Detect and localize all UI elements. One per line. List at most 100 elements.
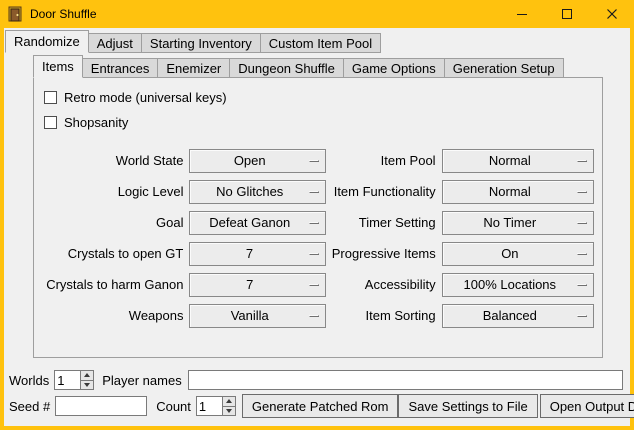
accessibility-value: 100% Locations [443,277,577,292]
goal-label: Goal [42,215,183,230]
seed-input[interactable] [55,396,147,416]
progressive-items-value: On [443,246,577,261]
item-pool-value: Normal [443,153,577,168]
worlds-spinbox [54,370,94,390]
dropdown-indicator-icon [309,191,319,193]
tab-entrances[interactable]: Entrances [82,58,159,78]
field-row: Logic Level No Glitches Item Functionali… [42,176,594,207]
accessibility-label: Accessibility [332,277,436,292]
dropdown-indicator-icon [309,253,319,255]
logic-level-value: No Glitches [190,184,309,199]
count-label: Count [156,399,191,414]
count-spinbox [196,396,236,416]
tab-starting-inventory[interactable]: Starting Inventory [141,33,261,53]
tab-items[interactable]: Items [33,55,83,78]
shopsanity-checkbox[interactable] [44,116,57,129]
world-state-label: World State [42,153,183,168]
dropdown-indicator-icon [309,284,319,286]
weapons-label: Weapons [42,308,183,323]
worlds-label: Worlds [9,373,49,388]
item-pool-label: Item Pool [332,153,436,168]
player-names-label: Player names [102,373,181,388]
dropdown-indicator-icon [309,222,319,224]
world-state-dropdown[interactable]: Open [189,149,326,173]
app-window: Door Shuffle Randomize Adjust Starting I… [0,0,634,430]
shopsanity-row: Shopsanity [42,111,594,133]
tab-adjust[interactable]: Adjust [88,33,142,53]
multiworld-row: Worlds Player names [9,370,623,390]
item-functionality-value: Normal [443,184,577,199]
retro-mode-row: Retro mode (universal keys) [42,86,594,108]
crystals-harm-ganon-value: 7 [190,277,309,292]
progressive-items-label: Progressive Items [332,246,436,261]
item-pool-dropdown[interactable]: Normal [442,149,594,173]
dropdown-indicator-icon [577,284,587,286]
count-spin-buttons [222,396,236,416]
seed-label: Seed # [9,399,50,414]
open-output-directory-button[interactable]: Open Output Directory [540,394,634,418]
generate-patched-rom-button[interactable]: Generate Patched Rom [242,394,399,418]
crystals-open-gt-dropdown[interactable]: 7 [189,242,325,266]
tab-enemizer[interactable]: Enemizer [157,58,230,78]
tab-generation-setup[interactable]: Generation Setup [444,58,564,78]
dropdown-indicator-icon [309,315,319,317]
generate-row: Seed # Count Generate Patched Rom Save S… [9,394,623,418]
shopsanity-label: Shopsanity [64,115,128,130]
tab-dungeon-shuffle[interactable]: Dungeon Shuffle [229,58,344,78]
tab-game-options[interactable]: Game Options [343,58,445,78]
count-input[interactable] [196,396,222,416]
logic-level-dropdown[interactable]: No Glitches [189,180,326,204]
dropdown-indicator-icon [577,191,587,193]
timer-setting-value: No Timer [443,215,577,230]
timer-setting-label: Timer Setting [332,215,436,230]
spin-down-icon[interactable] [80,381,94,391]
caption-buttons [499,0,634,28]
minimize-button[interactable] [499,0,544,28]
crystals-harm-ganon-label: Crystals to harm Ganon [42,277,183,292]
crystals-open-gt-value: 7 [190,246,308,261]
retro-mode-label: Retro mode (universal keys) [64,90,227,105]
progressive-items-dropdown[interactable]: On [442,242,594,266]
settings-tab-bar: Items Entrances Enemizer Dungeon Shuffle… [33,55,563,78]
tab-custom-item-pool[interactable]: Custom Item Pool [260,33,381,53]
logic-level-label: Logic Level [42,184,183,199]
worlds-input[interactable] [54,370,80,390]
titlebar: Door Shuffle [0,0,634,28]
goal-value: Defeat Ganon [190,215,309,230]
weapons-dropdown[interactable]: Vanilla [189,304,326,328]
window-title: Door Shuffle [30,7,97,21]
weapons-value: Vanilla [190,308,309,323]
item-sorting-dropdown[interactable]: Balanced [442,304,594,328]
dropdown-indicator-icon [577,253,587,255]
goal-dropdown[interactable]: Defeat Ganon [189,211,326,235]
field-row: Crystals to harm Ganon 7 Accessibility 1… [42,269,594,300]
maximize-button[interactable] [544,0,589,28]
crystals-harm-ganon-dropdown[interactable]: 7 [189,273,326,297]
item-sorting-value: Balanced [443,308,577,323]
dropdown-indicator-icon [577,160,587,162]
worlds-spin-buttons [80,370,94,390]
tab-randomize[interactable]: Randomize [5,30,89,53]
spin-up-icon[interactable] [222,396,236,407]
field-row: World State Open Item Pool Normal [42,145,594,176]
dropdown-indicator-icon [577,315,587,317]
dropdown-indicator-icon [309,160,319,162]
close-button[interactable] [589,0,634,28]
items-pane: Retro mode (universal keys) Shopsanity W… [33,77,603,358]
item-sorting-label: Item Sorting [332,308,436,323]
spin-down-icon[interactable] [222,407,236,417]
main-tab-bar: Randomize Adjust Starting Inventory Cust… [5,30,380,53]
player-names-input[interactable] [188,370,623,390]
window-content: Randomize Adjust Starting Inventory Cust… [4,28,630,426]
world-state-value: Open [190,153,309,168]
retro-mode-checkbox[interactable] [44,91,57,104]
item-functionality-dropdown[interactable]: Normal [442,180,594,204]
spin-up-icon[interactable] [80,370,94,381]
field-row: Weapons Vanilla Item Sorting Balanced [42,300,594,331]
timer-setting-dropdown[interactable]: No Timer [442,211,594,235]
crystals-open-gt-label: Crystals to open GT [42,246,183,261]
accessibility-dropdown[interactable]: 100% Locations [442,273,594,297]
save-settings-button[interactable]: Save Settings to File [398,394,537,418]
dropdown-indicator-icon [577,222,587,224]
field-grid: World State Open Item Pool Normal Logic … [42,145,594,331]
